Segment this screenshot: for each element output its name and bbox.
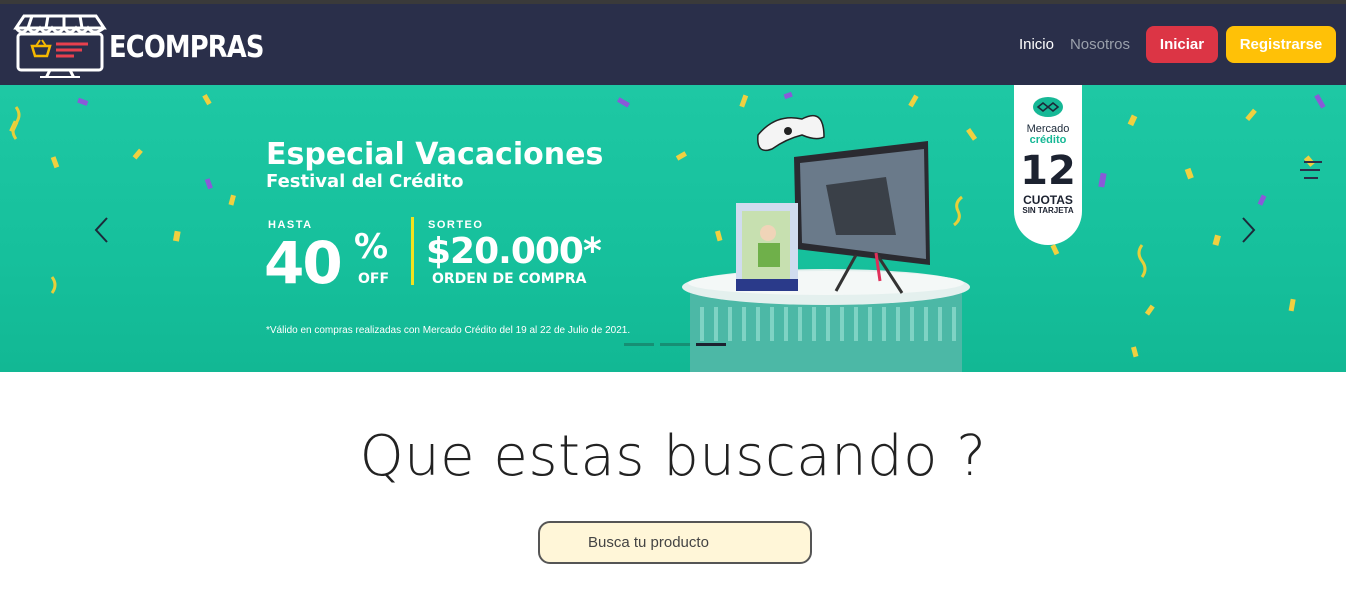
promo-divider <box>411 217 414 285</box>
navbar: ECOMPRAS Inicio Nosotros Iniciar Registr… <box>0 4 1346 85</box>
search-section: Que estas buscando ? <box>0 372 1346 595</box>
register-button[interactable]: Registrarse <box>1226 26 1336 63</box>
login-button[interactable]: Iniciar <box>1146 26 1218 63</box>
search-title: Que estas buscando ? <box>359 424 987 489</box>
promo-footnote: *Válido en compras realizadas con Mercad… <box>266 325 631 336</box>
discount-percent: % <box>354 227 389 267</box>
nav-links: Inicio Nosotros Iniciar Registrarse <box>1019 26 1336 63</box>
raffle-subtitle: ORDEN DE COMPRA <box>432 271 587 287</box>
mercado-credito-badge: Mercado crédito 12 CUOTAS SIN TARJETA <box>1014 85 1082 245</box>
brand-name: ECOMPRAS <box>109 29 264 65</box>
discount-off: OFF <box>358 271 390 287</box>
handshake-icon <box>1033 97 1063 117</box>
carousel-indicator[interactable] <box>624 343 654 346</box>
nav-link-inicio[interactable]: Inicio <box>1019 36 1054 53</box>
search-input[interactable] <box>538 521 812 564</box>
promo-title: Especial Vacaciones <box>266 137 604 172</box>
raffle-label: SORTEO <box>428 219 484 231</box>
nav-link-nosotros[interactable]: Nosotros <box>1070 36 1130 53</box>
raffle-value: $20.000* <box>426 231 602 272</box>
brand[interactable]: ECOMPRAS <box>12 10 289 80</box>
chevron-left-icon[interactable] <box>92 215 112 245</box>
carousel-indicators <box>624 343 732 346</box>
promo-subtitle: Festival del Crédito <box>266 171 464 192</box>
badge-brand-credit: crédito <box>1029 134 1067 146</box>
carousel-indicator[interactable] <box>660 343 690 346</box>
product-display-image <box>682 114 970 372</box>
badge-sin-tarjeta: SIN TARJETA <box>1022 206 1074 215</box>
hero-carousel: Especial Vacaciones Festival del Crédito… <box>0 85 1346 372</box>
confetti-decoration <box>9 91 1326 358</box>
discount-value: 40 <box>264 229 343 297</box>
chevron-right-icon[interactable] <box>1238 215 1258 245</box>
storefront-icon <box>13 14 107 78</box>
badge-installments-number: 12 <box>1020 148 1076 194</box>
badge-cuotas: CUOTAS <box>1023 193 1073 207</box>
carousel-indicator-active[interactable] <box>696 343 726 346</box>
